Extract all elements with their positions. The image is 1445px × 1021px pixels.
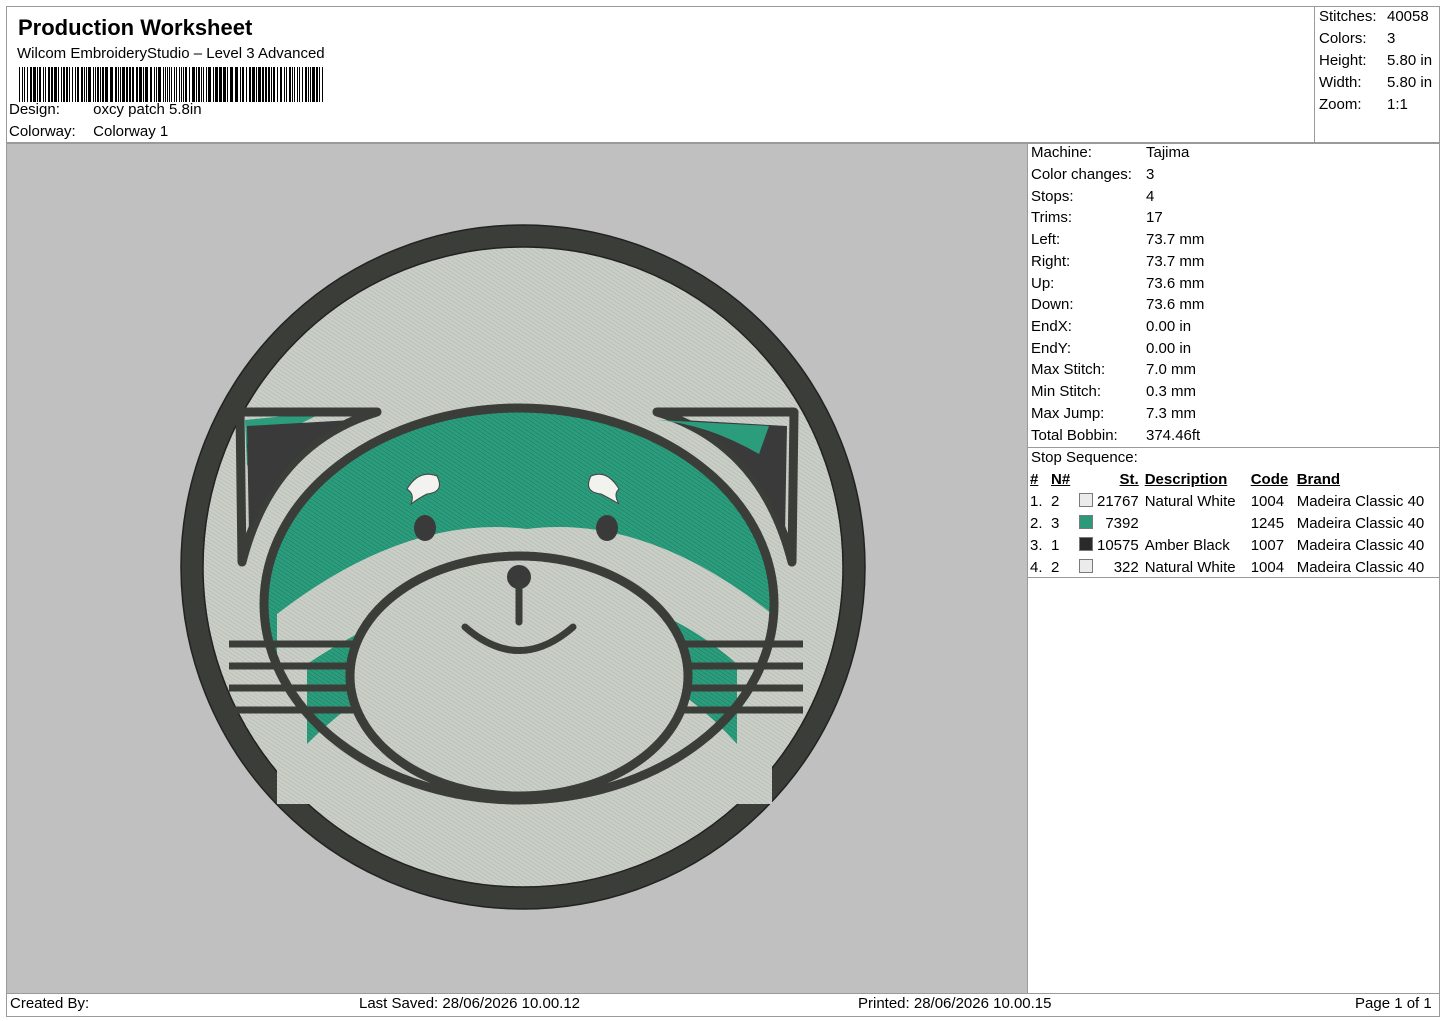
row-num: 1. (1030, 493, 1043, 511)
row-swatch (1079, 556, 1097, 578)
row-needle: 2 (1051, 558, 1060, 576)
row-stitches: 10575 (1097, 536, 1139, 554)
row-num: 2. (1030, 514, 1043, 532)
row-stitches: 322 (1113, 558, 1139, 576)
color-swatch (1079, 558, 1093, 573)
col-header-num: # (1030, 471, 1039, 489)
page-title: Production Worksheet (18, 15, 253, 40)
row-needle: 1 (1051, 536, 1060, 554)
col-header-swatch (1079, 469, 1097, 491)
table-row: 1. 2 21767 Natural White 1004 Madeira Cl… (1030, 491, 1433, 513)
col-header-code: Code (1250, 471, 1289, 489)
row-needle: 2 (1051, 493, 1060, 511)
row-needle: 3 (1051, 514, 1060, 532)
col-header-needle: N# (1051, 471, 1071, 489)
divider (6, 993, 1440, 994)
col-header-stitches: St. (1119, 471, 1139, 489)
col-header-brand: Brand (1296, 471, 1341, 489)
design-label: Design: (9, 101, 60, 118)
row-brand: Madeira Classic 40 (1296, 558, 1425, 576)
color-swatch (1079, 514, 1093, 529)
design-preview (7, 144, 1027, 993)
stop-sequence-table: # N# St. Description Code Brand 1. 2 217… (1030, 469, 1433, 578)
col-header-description: Description (1144, 471, 1228, 489)
embroidery-image (180, 224, 866, 910)
printed-date: Printed: 28/06/2026 10.00.15 (858, 995, 1052, 1012)
row-swatch (1079, 534, 1097, 556)
row-swatch (1079, 491, 1097, 513)
divider (1028, 577, 1439, 578)
design-row: Design: oxcy patch 5.8in (9, 101, 202, 118)
row-brand: Madeira Classic 40 (1296, 536, 1425, 554)
row-num: 4. (1030, 558, 1043, 576)
row-num: 3. (1030, 536, 1043, 554)
table-row: 3. 1 10575 Amber Black 1007 Madeira Clas… (1030, 534, 1433, 556)
created-by: Created By: (10, 995, 90, 1012)
stats-panel: Stitches: 40058 Colors: 3 Height: 5.80 in W… (1315, 6, 1440, 143)
row-brand: Madeira Classic 40 (1296, 493, 1425, 511)
row-swatch (1079, 513, 1097, 535)
design-value: oxcy patch 5.8in (93, 101, 202, 118)
divider (1027, 143, 1028, 993)
color-swatch (1079, 536, 1093, 551)
page-number: Page 1 of 1 (1355, 995, 1432, 1012)
barcode-icon (19, 67, 323, 102)
stop-sequence-title: Stop Sequence: (1031, 449, 1138, 466)
colorway-row: Colorway: Colorway 1 (9, 123, 168, 140)
row-code: 1004 (1250, 493, 1285, 511)
row-description: Natural White (1144, 493, 1236, 511)
row-stitches: 21767 (1097, 493, 1139, 511)
row-code: 1007 (1250, 536, 1285, 554)
table-header-row: # N# St. Description Code Brand (1030, 469, 1433, 491)
left-eye (414, 515, 436, 541)
row-description: Natural White (1144, 558, 1236, 576)
right-eye (596, 515, 618, 541)
row-brand: Madeira Classic 40 (1296, 514, 1425, 532)
table-row: 2. 3 7392 1245 Madeira Classic 40 (1030, 513, 1433, 535)
row-code: 1245 (1250, 514, 1285, 532)
row-code: 1004 (1250, 558, 1285, 576)
divider (1028, 447, 1439, 448)
colorway-value: Colorway 1 (93, 123, 169, 140)
row-description (1145, 513, 1251, 535)
row-description: Amber Black (1144, 536, 1230, 554)
color-swatch (1079, 493, 1093, 508)
header-panel: Production Worksheet Wilcom EmbroiderySt… (6, 6, 1315, 143)
software-subtitle: Wilcom EmbroideryStudio – Level 3 Advanc… (17, 45, 325, 62)
colorway-label: Colorway: (9, 123, 76, 140)
table-row: 4. 2 322 Natural White 1004 Madeira Clas… (1030, 556, 1433, 578)
row-stitches: 7392 (1105, 514, 1139, 532)
last-saved: Last Saved: 28/06/2026 10.00.12 (359, 995, 581, 1012)
